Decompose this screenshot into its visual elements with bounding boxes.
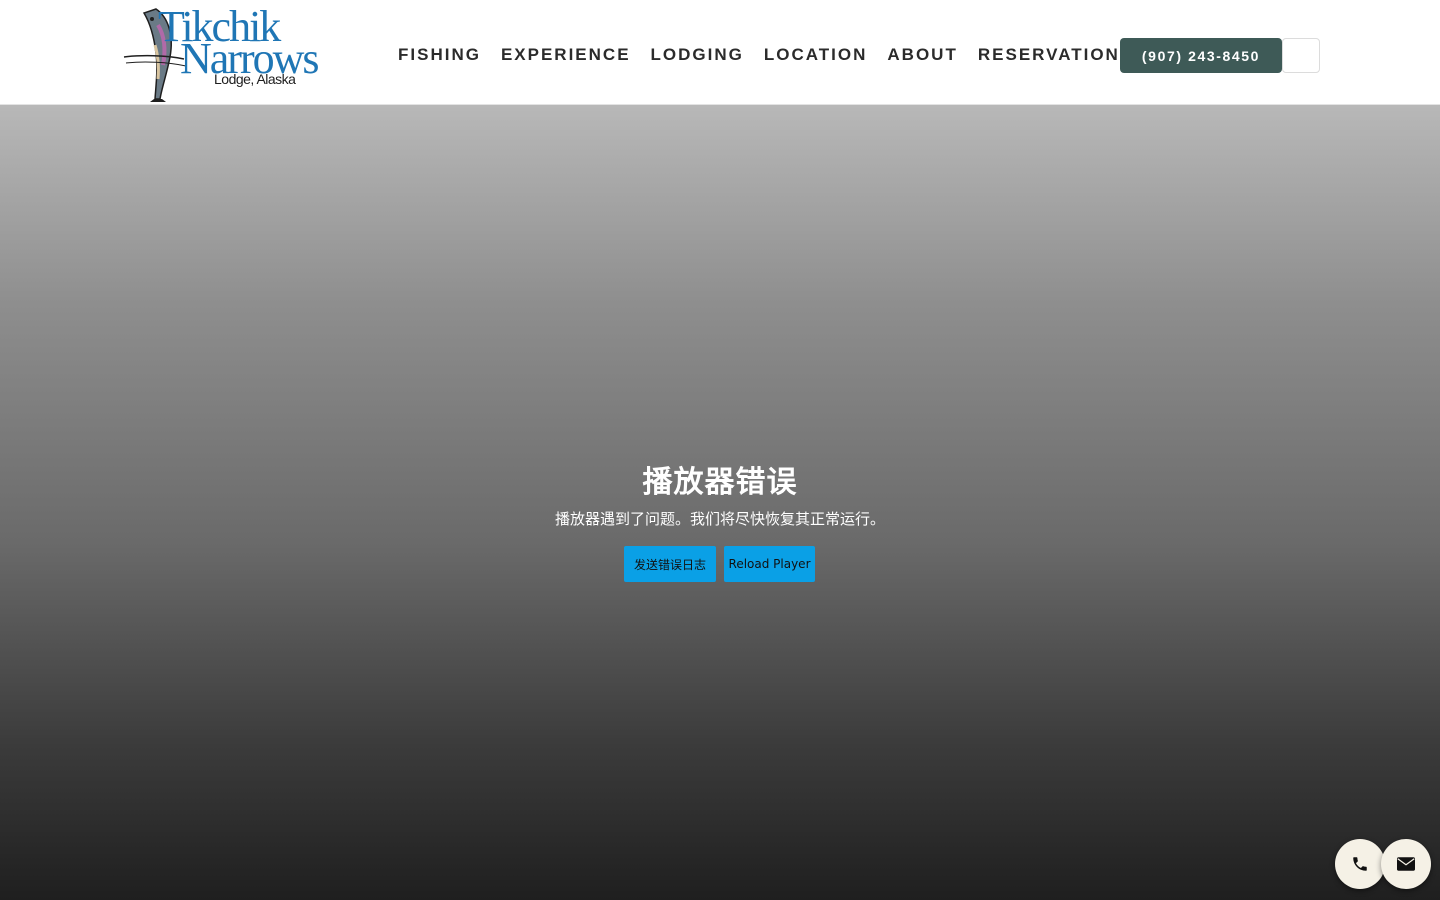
phone-icon <box>1353 857 1367 871</box>
envelope-icon <box>1397 857 1415 871</box>
nav-item-about[interactable]: ABOUT <box>877 43 967 67</box>
send-error-log-button[interactable]: 发送错误日志 <box>624 546 716 582</box>
nav-item-fishing[interactable]: FISHING <box>388 43 491 67</box>
reload-player-button[interactable]: Reload Player <box>724 546 815 582</box>
site-logo[interactable]: Tikchik Narrows Lodge, Alaska <box>122 5 322 102</box>
nav-item-reservations[interactable]: RESERVATIONS <box>968 43 1143 67</box>
phone-button[interactable]: (907) 243-8450 <box>1120 38 1282 73</box>
search-toggle-button[interactable] <box>1282 38 1320 73</box>
call-fab-button[interactable] <box>1335 839 1385 889</box>
player-error-message: 播放器遇到了问题。我们将尽快恢复其正常运行。 <box>554 510 885 528</box>
player-error-actions: 发送错误日志 Reload Player <box>624 546 815 582</box>
main-nav: FISHING EXPERIENCE LODGING LOCATION ABOU… <box>388 43 1143 67</box>
logo-text-lodge-alaska: Lodge, Alaska <box>214 71 296 87</box>
nav-item-experience[interactable]: EXPERIENCE <box>491 43 641 67</box>
email-fab-button[interactable] <box>1381 839 1431 889</box>
nav-item-location[interactable]: LOCATION <box>754 43 878 67</box>
site-header: Tikchik Narrows Lodge, Alaska FISHING EX… <box>0 0 1440 105</box>
player-error-title: 播放器错误 <box>642 465 798 500</box>
nav-item-lodging[interactable]: LODGING <box>641 43 754 67</box>
video-player: 播放器错误 播放器遇到了问题。我们将尽快恢复其正常运行。 发送错误日志 Relo… <box>0 105 1440 900</box>
